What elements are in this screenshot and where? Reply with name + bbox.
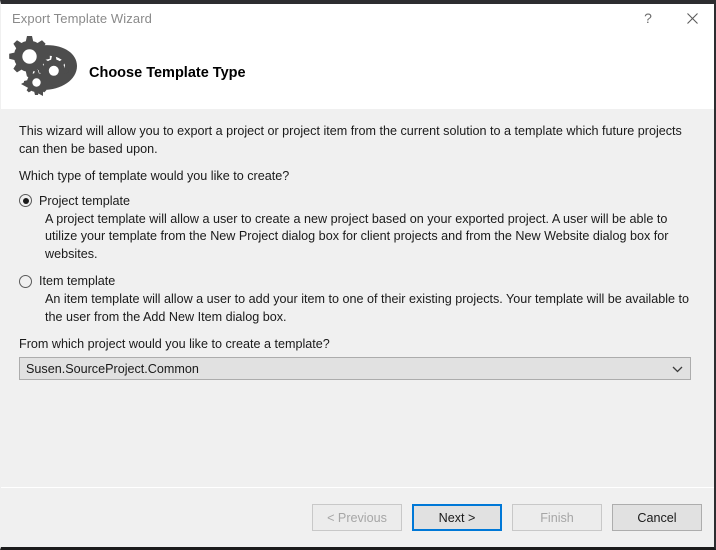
template-type-question: Which type of template would you like to… bbox=[19, 169, 290, 183]
radio-option-item-template[interactable]: Item template bbox=[19, 274, 696, 288]
title-bar: Export Template Wizard ? bbox=[1, 4, 714, 32]
radio-label-item-template: Item template bbox=[39, 274, 116, 288]
radio-button-item-template[interactable] bbox=[19, 274, 32, 288]
footer-button-bar: < Previous Next > Finish Cancel bbox=[1, 488, 714, 547]
chevron-down-icon[interactable] bbox=[672, 358, 683, 379]
intro-text: This wizard will allow you to export a p… bbox=[19, 124, 682, 156]
title-bar-buttons: ? bbox=[626, 4, 714, 32]
wizard-header: Choose Template Type bbox=[1, 32, 714, 109]
cancel-button[interactable]: Cancel bbox=[612, 504, 702, 531]
help-icon[interactable]: ? bbox=[626, 4, 670, 32]
export-template-wizard-dialog: Export Template Wizard ? Choose Template… bbox=[0, 0, 716, 550]
gears-arrow-icon bbox=[7, 28, 85, 102]
radio-description-item-template: An item template will allow a user to ad… bbox=[45, 292, 690, 324]
radio-description-project-template: A project template will allow a user to … bbox=[45, 211, 669, 261]
page-title: Choose Template Type bbox=[89, 64, 246, 81]
previous-button[interactable]: < Previous bbox=[312, 504, 402, 531]
help-glyph: ? bbox=[644, 10, 652, 26]
project-combo-label: From which project would you like to cre… bbox=[19, 337, 330, 351]
finish-button[interactable]: Finish bbox=[512, 504, 602, 531]
project-select[interactable]: Susen.SourceProject.Common bbox=[19, 357, 691, 380]
window-title: Export Template Wizard bbox=[12, 10, 152, 26]
next-button[interactable]: Next > bbox=[412, 504, 502, 531]
project-select-value: Susen.SourceProject.Common bbox=[26, 361, 199, 376]
wizard-body: This wizard will allow you to export a p… bbox=[1, 109, 714, 487]
radio-button-project-template[interactable] bbox=[19, 194, 32, 207]
radio-label-project-template: Project template bbox=[39, 193, 130, 208]
close-icon[interactable] bbox=[670, 4, 714, 32]
radio-option-project-template[interactable]: Project template bbox=[19, 194, 696, 208]
